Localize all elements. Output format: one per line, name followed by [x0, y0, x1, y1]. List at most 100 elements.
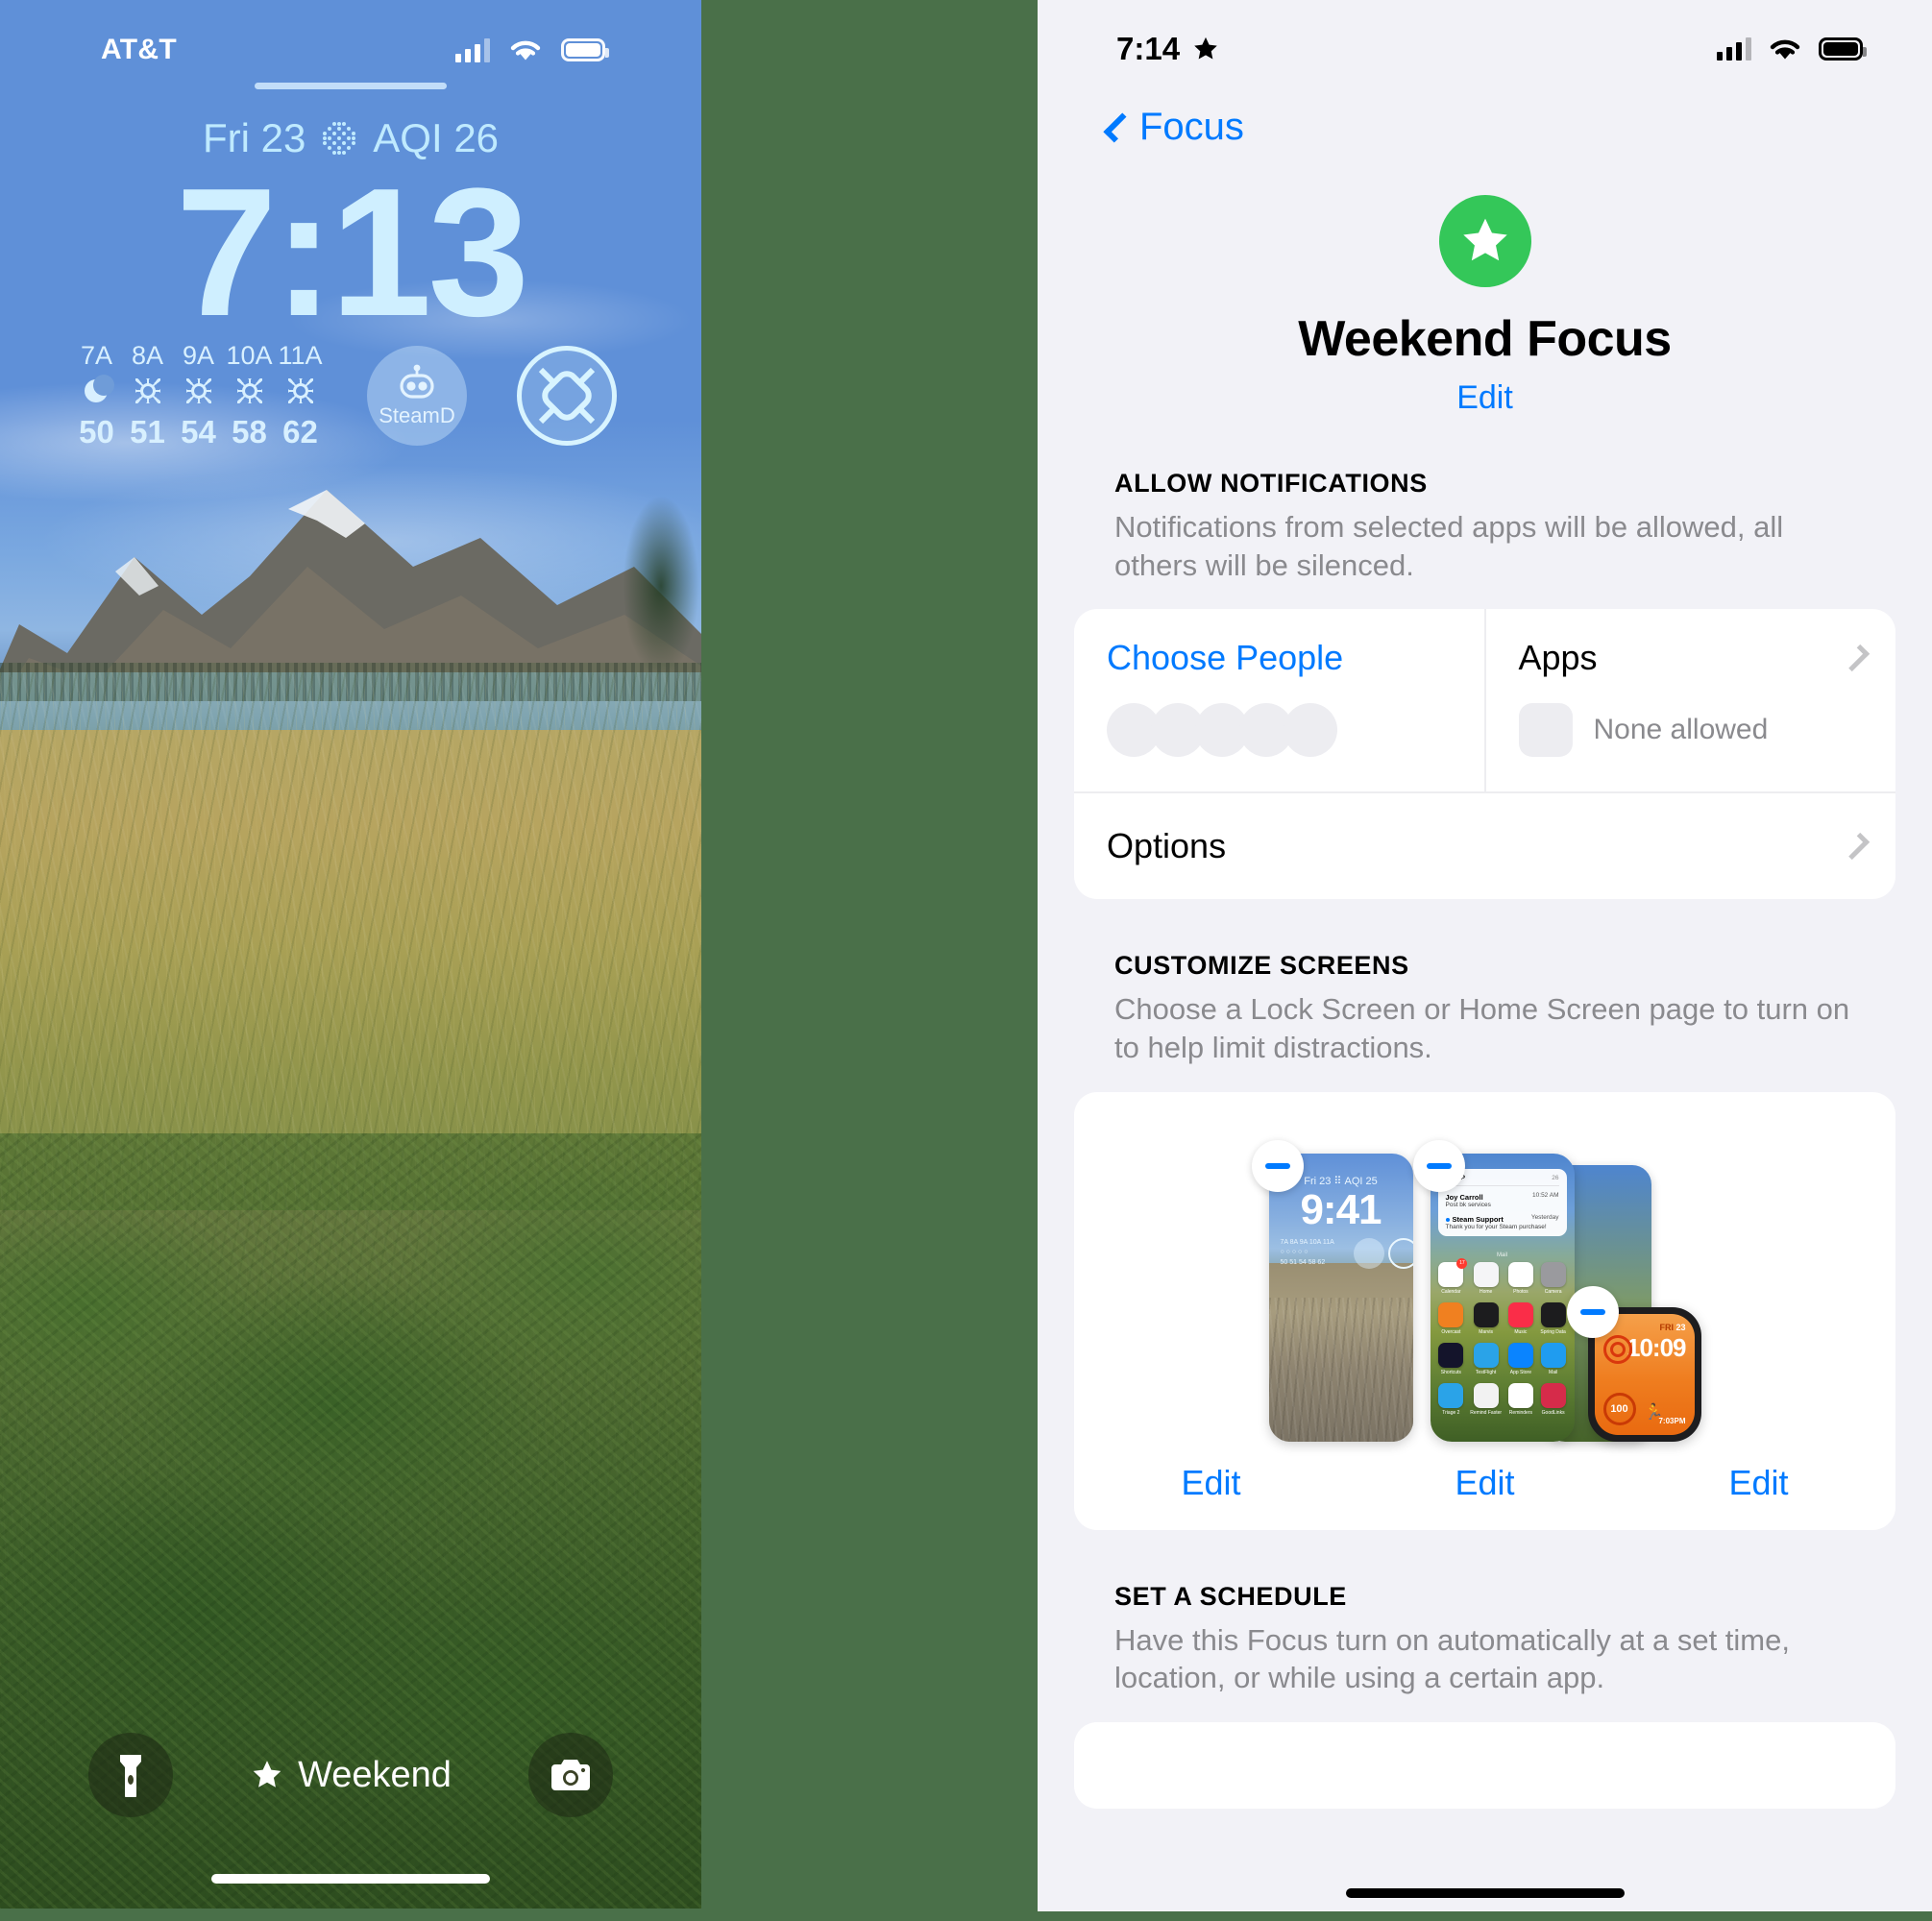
app-glyph — [1473, 1342, 1499, 1368]
back-button[interactable]: Focus — [1038, 69, 1932, 149]
weather-temp: 58 — [232, 414, 267, 450]
app-icon[interactable]: Marvis — [1470, 1301, 1502, 1335]
notification-item: Steam Support Yesterday — [1445, 1212, 1559, 1224]
app-glyph — [1507, 1382, 1533, 1408]
lens-shutter-icon[interactable] — [517, 346, 617, 446]
app-icon[interactable]: Triage 2 — [1438, 1382, 1465, 1416]
home-screen-preview[interactable]: VIP 26 Joy Carroll 10:52 AM Post bk serv… — [1430, 1153, 1575, 1442]
focus-status-pill[interactable]: Weekend — [250, 1755, 452, 1796]
app-icon[interactable]: App Store — [1507, 1342, 1534, 1375]
minus-badge-icon[interactable] — [1251, 1139, 1304, 1192]
app-icon[interactable]: GoodLinks — [1540, 1382, 1567, 1416]
preview-lens-widget — [1387, 1237, 1413, 1269]
edit-watch-face-link[interactable]: Edit — [1622, 1463, 1895, 1503]
app-icon[interactable]: 17 Calendar — [1438, 1257, 1468, 1295]
apps-allowed-value: None allowed — [1593, 714, 1769, 746]
app-label: Reminders — [1508, 1409, 1532, 1416]
app-icon[interactable]: Mail — [1540, 1342, 1567, 1375]
preview-weather-temps: 50 51 54 58 62 — [1280, 1258, 1326, 1266]
options-row[interactable]: Options — [1074, 791, 1895, 899]
vip-count: 26 — [1552, 1174, 1559, 1181]
options-label: Options — [1107, 826, 1227, 866]
app-label: Mail — [1549, 1369, 1558, 1375]
app-icon[interactable]: Remind Faster — [1470, 1382, 1502, 1416]
preview-weather-widget: 7A 8A 9A 10A 11A ○ ○ ○ ○ ○ 50 51 54 58 6… — [1281, 1238, 1334, 1269]
customize-screens-card: Fri 23 ⠿ AQI 25 9:41 7A 8A 9A 10A 11A ○ … — [1074, 1091, 1895, 1530]
app-icon[interactable]: Home — [1470, 1261, 1502, 1295]
weather-temp: 54 — [181, 414, 216, 450]
weather-hour: 9A — [182, 341, 215, 370]
app-glyph — [1473, 1261, 1499, 1287]
apps-label: Apps — [1518, 638, 1598, 678]
star-icon — [1194, 36, 1217, 60]
customize-screens-header: CUSTOMIZE SCREENS — [1114, 951, 1409, 981]
app-icon[interactable]: Shortcuts — [1438, 1342, 1465, 1375]
app-icon[interactable]: TestFlight — [1470, 1342, 1502, 1375]
weather-temps-row: 50 51 54 58 62 — [71, 414, 326, 450]
app-label: App Store — [1509, 1369, 1532, 1375]
app-label: Triage 2 — [1442, 1409, 1460, 1416]
notification-time: Yesterday — [1530, 1214, 1559, 1222]
lock-bottom-bar: Weekend — [0, 1733, 701, 1817]
choose-people-cell[interactable]: Choose People — [1074, 609, 1484, 791]
lock-screen-preview[interactable]: Fri 23 ⠿ AQI 25 9:41 7A 8A 9A 10A 11A ○ … — [1268, 1153, 1413, 1442]
app-icon[interactable]: Music — [1507, 1301, 1534, 1335]
lock-status-icons — [455, 36, 609, 63]
sun-icon — [173, 378, 224, 408]
minus-badge-icon[interactable] — [1412, 1139, 1465, 1192]
preview-steamd-widget — [1353, 1237, 1384, 1269]
notification-time: 10:52 AM — [1532, 1192, 1559, 1200]
steamd-widget[interactable]: SteamD — [367, 346, 467, 446]
app-icon[interactable]: Reminders — [1507, 1382, 1534, 1416]
sunset-unit: PM — [1674, 1416, 1686, 1425]
right-tree — [586, 461, 701, 711]
back-label: Focus — [1139, 106, 1244, 148]
notifications-split-row: Choose People Apps None allowed — [1074, 609, 1896, 792]
allow-notifications-header: ALLOW NOTIFICATIONS — [1114, 469, 1428, 498]
app-glyph — [1507, 1342, 1533, 1368]
steps-complication: 100 — [1602, 1392, 1636, 1425]
star-icon — [253, 1761, 281, 1787]
flashlight-icon[interactable] — [88, 1733, 173, 1817]
app-label: Marvis — [1479, 1328, 1493, 1335]
dynamic-island-indicator — [255, 83, 447, 89]
edit-links-row: Edit Edit Edit — [1074, 1463, 1895, 1503]
customize-screens-description: Choose a Lock Screen or Home Screen page… — [1114, 992, 1850, 1065]
app-icon[interactable]: Spring Data — [1540, 1301, 1567, 1335]
settings-status-icons — [1717, 36, 1867, 62]
badge-count: 17 — [1456, 1257, 1468, 1269]
home-indicator[interactable] — [1345, 1888, 1625, 1898]
app-icon[interactable]: Photos — [1507, 1261, 1534, 1295]
edit-focus-button[interactable]: Edit — [1038, 379, 1932, 417]
minus-badge-icon[interactable] — [1566, 1285, 1619, 1338]
app-icon[interactable]: Camera — [1540, 1261, 1567, 1295]
app-label: Music — [1514, 1328, 1528, 1335]
notification-sender: Joy Carroll — [1445, 1192, 1483, 1202]
carrier-label: AT&T — [101, 34, 177, 65]
lock-screen-preview-wrap: Fri 23 ⠿ AQI 25 9:41 7A 8A 9A 10A 11A ○ … — [1251, 1139, 1413, 1442]
camera-icon[interactable] — [527, 1733, 613, 1817]
apps-cell[interactable]: Apps None allowed — [1483, 609, 1896, 792]
app-label: Calendar — [1441, 1288, 1461, 1295]
set-schedule-card[interactable] — [1074, 1722, 1895, 1810]
edit-lock-screen-link[interactable]: Edit — [1074, 1463, 1348, 1503]
app-label: Spring Data — [1540, 1328, 1566, 1335]
weather-icons-row — [71, 375, 326, 408]
edit-home-screen-link[interactable]: Edit — [1348, 1463, 1622, 1503]
app-icon[interactable]: Overcast — [1438, 1301, 1465, 1335]
app-label: GoodLinks — [1541, 1409, 1565, 1416]
cellular-bars-icon — [1717, 37, 1751, 61]
app-label: Overcast — [1441, 1328, 1461, 1335]
weather-temp: 51 — [130, 414, 165, 450]
notification-subject: Thank you for your Steam purchase! — [1445, 1223, 1547, 1230]
preview-clock: 9:41 — [1300, 1185, 1382, 1233]
weather-widget[interactable]: 7A 8A 9A 10A 11A 50 51 54 58 62 — [71, 341, 359, 450]
wifi-icon — [510, 40, 541, 61]
status-time: 7:14 — [1116, 31, 1181, 66]
notification-item: Joy Carroll 10:52 AM — [1446, 1190, 1559, 1202]
home-indicator[interactable] — [211, 1874, 490, 1884]
chevron-right-icon — [1842, 644, 1871, 672]
steamd-label: SteamD — [379, 403, 455, 427]
settings-status-bar: 7:14 — [1038, 0, 1932, 69]
app-label: Camera — [1544, 1288, 1562, 1295]
